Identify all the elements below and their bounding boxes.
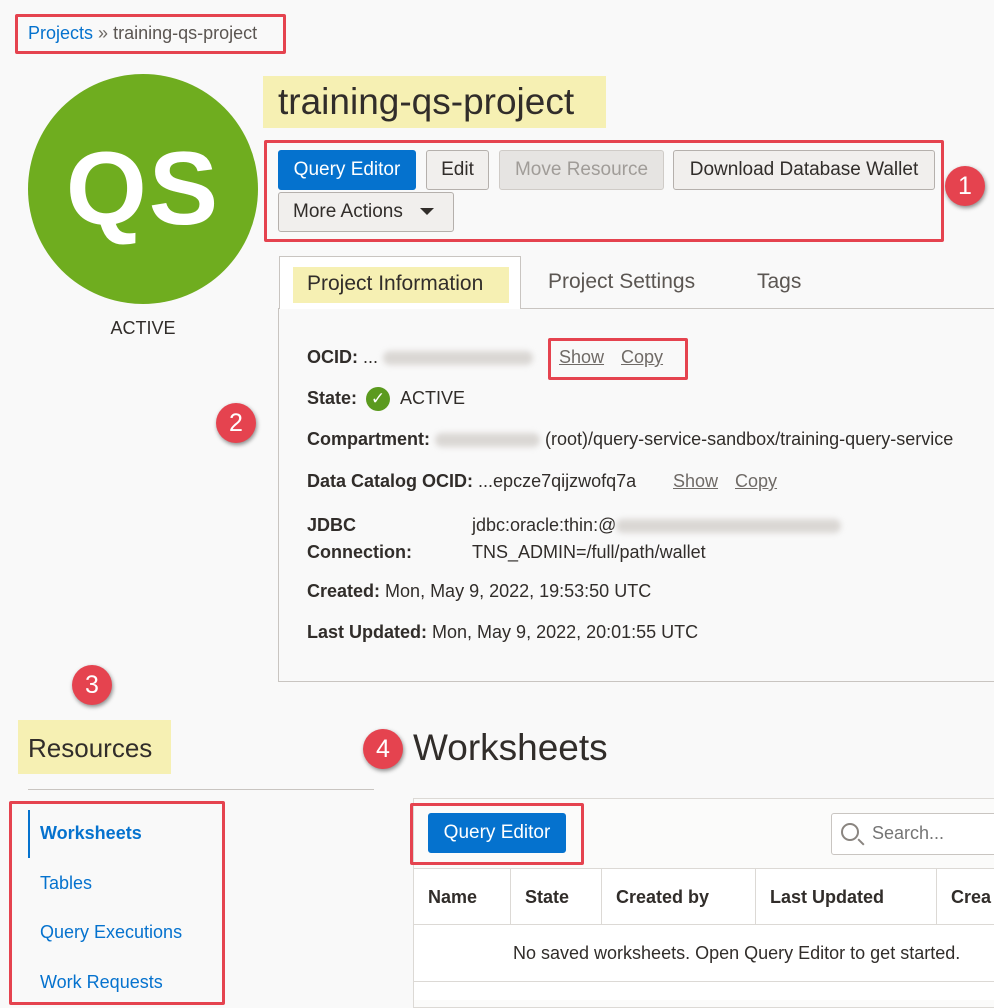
compartment-label: Compartment: [307,429,431,449]
ocid-label: OCID: [307,347,358,367]
resources-heading: Resources [18,720,171,774]
page-title-text: training-qs-project [278,81,575,122]
jdbc-label-line-1: JDBC [307,515,357,535]
column-header-name[interactable]: Name [428,887,477,908]
updated-value: Mon, May 9, 2022, 20:01:55 UTC [432,622,699,642]
tab-tags[interactable]: Tags [757,270,801,294]
catalog-label: Data Catalog OCID: [307,471,474,491]
check-circle-icon: ✓ [366,387,391,411]
table-header: Name State Created by Last Updated Crea [414,869,994,925]
state-label: State: [307,387,358,408]
resources-heading-text: Resources [28,733,153,763]
search-icon-handle [857,838,865,846]
column-header-created-by[interactable]: Created by [616,887,709,908]
column-divider [936,869,937,925]
column-divider [755,869,756,925]
search-icon [841,823,859,841]
column-header-last-updated[interactable]: Last Updated [770,887,884,908]
tab-project-settings[interactable]: Project Settings [548,270,695,294]
annotation-badge-4: 4 [363,729,403,769]
jdbc-redacted [616,519,842,534]
annotation-box-actions [264,140,944,242]
table-row-divider [414,981,994,982]
catalog-copy-link[interactable]: Copy [735,471,777,492]
compartment-value: (root)/query-service-sandbox/training-qu… [545,429,954,449]
catalog-show-link[interactable]: Show [673,471,718,492]
ocid-value: ... [363,347,379,367]
jdbc-value-line-2: TNS_ADMIN=/full/path/wallet [472,542,706,562]
annotation-badge-2: 2 [216,403,256,443]
column-header-state[interactable]: State [525,887,569,908]
compartment-redacted [435,433,541,448]
resources-divider [28,789,374,790]
ocid-redacted [383,351,534,366]
empty-table-message: No saved worksheets. Open Query Editor t… [513,943,961,963]
jdbc-value-line-1: jdbc:oracle:thin:@ [472,512,842,539]
annotation-box-resources [9,801,225,1005]
project-avatar: QS [28,74,258,304]
annotation-box-worksheet-button [410,803,584,865]
created-label: Created: [307,581,381,601]
annotation-badge-1: 1 [945,166,985,206]
worksheets-heading: Worksheets [413,727,608,768]
updated-label: Last Updated: [307,622,428,642]
project-status-label: ACTIVE [110,318,176,338]
created-value: Mon, May 9, 2022, 19:53:50 UTC [385,581,652,601]
worksheets-table: Name State Created by Last Updated Crea … [414,868,994,1000]
search-input[interactable] [870,822,994,845]
jdbc-url: jdbc:oracle:thin:@ [472,515,617,535]
column-divider [601,869,602,925]
tabs-baseline [520,308,994,309]
jdbc-value: jdbc:oracle:thin:@ TNS_ADMIN=/full/path/… [472,512,842,566]
tab-project-information-highlight: Project Information [293,267,509,303]
jdbc-label-line-2: Connection: [307,542,412,562]
column-divider [510,869,511,925]
jdbc-label: JDBC Connection: [307,512,412,566]
annotation-badge-3: 3 [72,665,112,705]
ocid-row: OCID: ... [307,347,534,368]
tab-project-information-label: Project Information [307,272,484,295]
avatar-initials: QS [65,130,221,247]
created-row: Created: Mon, May 9, 2022, 19:53:50 UTC [307,581,651,602]
annotation-box-breadcrumb [15,14,286,54]
state-row: State: ✓ ACTIVE [307,387,465,411]
tab-project-information[interactable]: Project Information [279,256,521,309]
compartment-row: Compartment: (root)/query-service-sandbo… [307,429,953,450]
catalog-value: ...epcze7qijzwofq7a [478,471,637,491]
catalog-row: Data Catalog OCID: ...epcze7qijzwofq7a [307,471,636,492]
updated-row: Last Updated: Mon, May 9, 2022, 20:01:55… [307,622,698,643]
state-value: ACTIVE [400,387,466,408]
column-header-created[interactable]: Crea [951,887,991,908]
page-title: training-qs-project [263,76,606,128]
annotation-box-ocid [548,338,688,380]
search-box[interactable] [831,813,994,855]
